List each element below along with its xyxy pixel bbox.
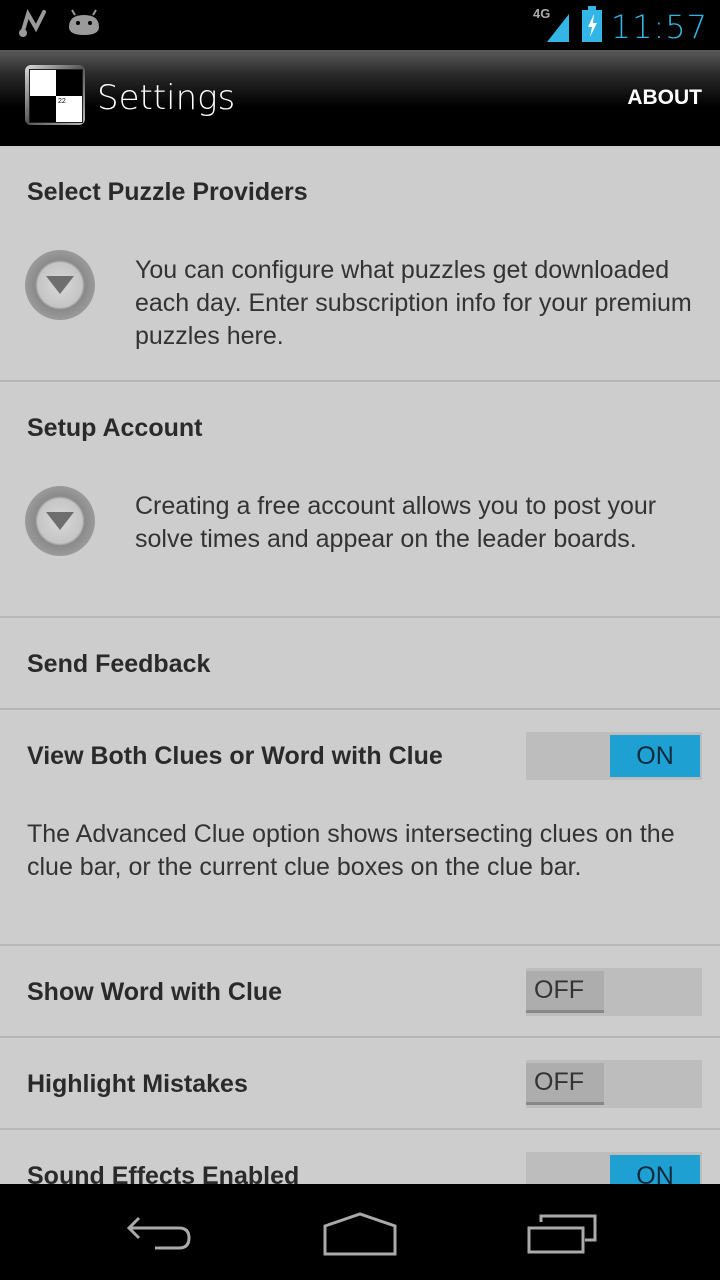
highlight-mistakes-toggle[interactable]: OFF xyxy=(526,1060,702,1108)
view-both-clues-toggle[interactable]: ON xyxy=(526,732,702,780)
pref-setup-account[interactable]: Setup Account Creating a free account al… xyxy=(0,382,720,618)
pref-title: Sound Effects Enabled xyxy=(27,1162,300,1184)
home-icon xyxy=(323,1212,397,1256)
android-debug-icon xyxy=(66,9,102,42)
recent-apps-icon xyxy=(527,1214,597,1254)
show-word-with-clue-toggle[interactable]: OFF xyxy=(526,968,702,1016)
page-title: Settings xyxy=(97,78,236,118)
settings-list[interactable]: Select Puzzle Providers You can configur… xyxy=(0,146,720,1184)
pref-title: Send Feedback xyxy=(27,650,211,678)
pref-view-both-clues[interactable]: View Both Clues or Word with Clue ON The… xyxy=(0,710,720,946)
pref-title: Highlight Mistakes xyxy=(27,1070,248,1098)
pref-summary: Creating a free account allows you to po… xyxy=(135,492,657,553)
pref-summary: The Advanced Clue option shows intersect… xyxy=(27,820,675,881)
recent-apps-button[interactable] xyxy=(518,1204,608,1264)
toggle-thumb: OFF xyxy=(526,1063,604,1105)
navigation-bar xyxy=(0,1184,720,1280)
about-button[interactable]: ABOUT xyxy=(627,86,702,110)
app-icon-number: 22 xyxy=(56,96,82,122)
sound-effects-toggle[interactable]: ON xyxy=(526,1152,702,1184)
toggle-thumb: ON xyxy=(610,735,700,777)
expand-circle-icon xyxy=(25,486,95,556)
pref-send-feedback[interactable]: Send Feedback xyxy=(0,618,720,710)
pref-summary: You can configure what puzzles get downl… xyxy=(135,256,692,350)
pref-highlight-mistakes[interactable]: Highlight Mistakes OFF xyxy=(0,1038,720,1130)
app-icon[interactable]: 22 xyxy=(25,65,85,125)
battery-charging-icon xyxy=(581,6,603,47)
pref-sound-effects[interactable]: Sound Effects Enabled ON xyxy=(0,1130,720,1184)
status-bar: 4G 11:57 xyxy=(0,0,720,50)
action-bar: 22 Settings ABOUT xyxy=(0,50,720,146)
notification-app-icon xyxy=(18,8,52,43)
pref-title: Select Puzzle Providers xyxy=(27,178,308,206)
back-button[interactable] xyxy=(115,1204,205,1264)
pref-title: Setup Account xyxy=(27,414,203,442)
expand-circle-icon xyxy=(25,250,95,320)
toggle-thumb: ON xyxy=(610,1155,700,1184)
toggle-thumb: OFF xyxy=(526,971,604,1013)
home-button[interactable] xyxy=(315,1204,405,1264)
pref-show-word-with-clue[interactable]: Show Word with Clue OFF xyxy=(0,946,720,1038)
pref-select-puzzle-providers[interactable]: Select Puzzle Providers You can configur… xyxy=(0,146,720,382)
svg-text:4G: 4G xyxy=(533,6,550,21)
signal-4g-icon: 4G xyxy=(533,4,573,49)
pref-title: Show Word with Clue xyxy=(27,978,283,1006)
back-icon xyxy=(126,1216,191,1250)
clock: 11:57 xyxy=(610,7,708,46)
pref-title: View Both Clues or Word with Clue xyxy=(27,742,443,770)
